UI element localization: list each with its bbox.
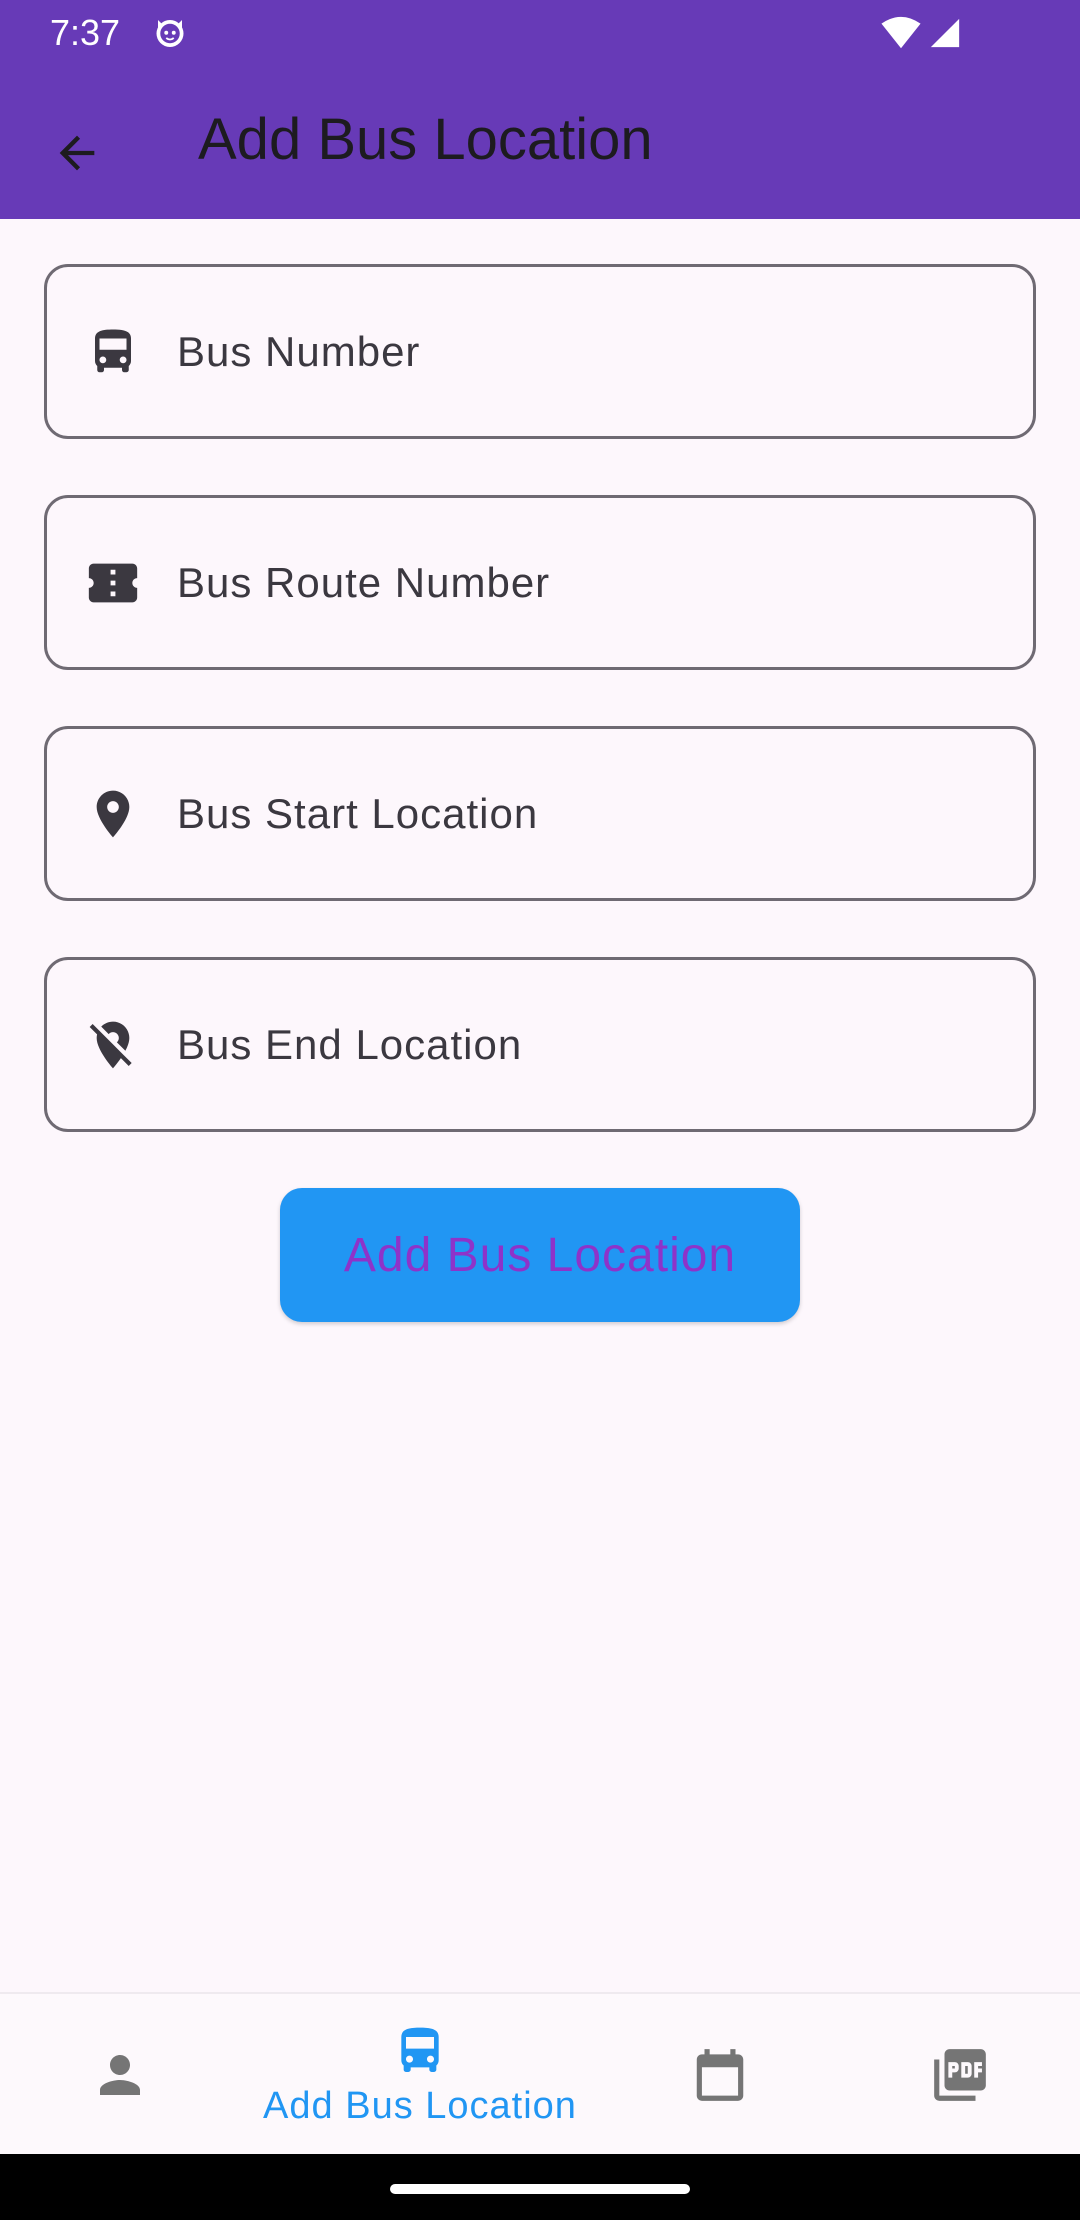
bus-number-field[interactable]: Bus Number (44, 264, 1036, 439)
signal-icon (930, 18, 960, 48)
cat-notification-icon (156, 20, 184, 47)
status-time: 7:37 (50, 12, 121, 53)
location-off-icon (83, 1015, 143, 1075)
calendar-icon (696, 2049, 744, 2101)
home-gesture-handle[interactable] (390, 2184, 690, 2194)
bottom-navigation: Add Bus Location (0, 1992, 1080, 2154)
location-pin-icon (83, 784, 143, 844)
status-bar: 7:37 (0, 0, 1080, 66)
nav-item-calendar[interactable] (660, 1994, 780, 2156)
bus-icon (401, 2027, 439, 2072)
page-title: Add Bus Location (198, 107, 653, 172)
nav-item-add-bus-location[interactable]: Add Bus Location (240, 1994, 600, 2156)
wifi-icon (881, 16, 921, 49)
add-bus-location-button-label: Add Bus Location (343, 1228, 737, 1282)
add-bus-location-button[interactable]: Add Bus Location (280, 1188, 800, 1322)
bus-number-label: Bus Number (177, 328, 421, 375)
bus-start-location-label: Bus Start Location (177, 790, 539, 837)
gesture-navigation-bar (0, 2154, 1080, 2220)
back-button[interactable] (36, 112, 118, 194)
arrow-back-icon (59, 135, 95, 171)
bus-start-location-field[interactable]: Bus Start Location (44, 726, 1036, 901)
bus-route-number-field[interactable]: Bus Route Number (44, 495, 1036, 670)
header: 7:37 Add Bus Location (0, 0, 1080, 219)
nav-label-add-bus-location: Add Bus Location (263, 2084, 577, 2127)
nav-item-profile[interactable] (60, 1994, 180, 2156)
app-bar: Add Bus Location (0, 66, 1080, 219)
pdf-icon (934, 2049, 986, 2101)
nav-item-pdf[interactable] (900, 1994, 1020, 2156)
ticket-icon (83, 553, 143, 613)
bus-route-number-label: Bus Route Number (177, 559, 551, 606)
person-icon (100, 2055, 140, 2095)
bus-end-location-field[interactable]: Bus End Location (44, 957, 1036, 1132)
bus-icon (83, 322, 143, 382)
bus-end-location-label: Bus End Location (177, 1021, 523, 1068)
